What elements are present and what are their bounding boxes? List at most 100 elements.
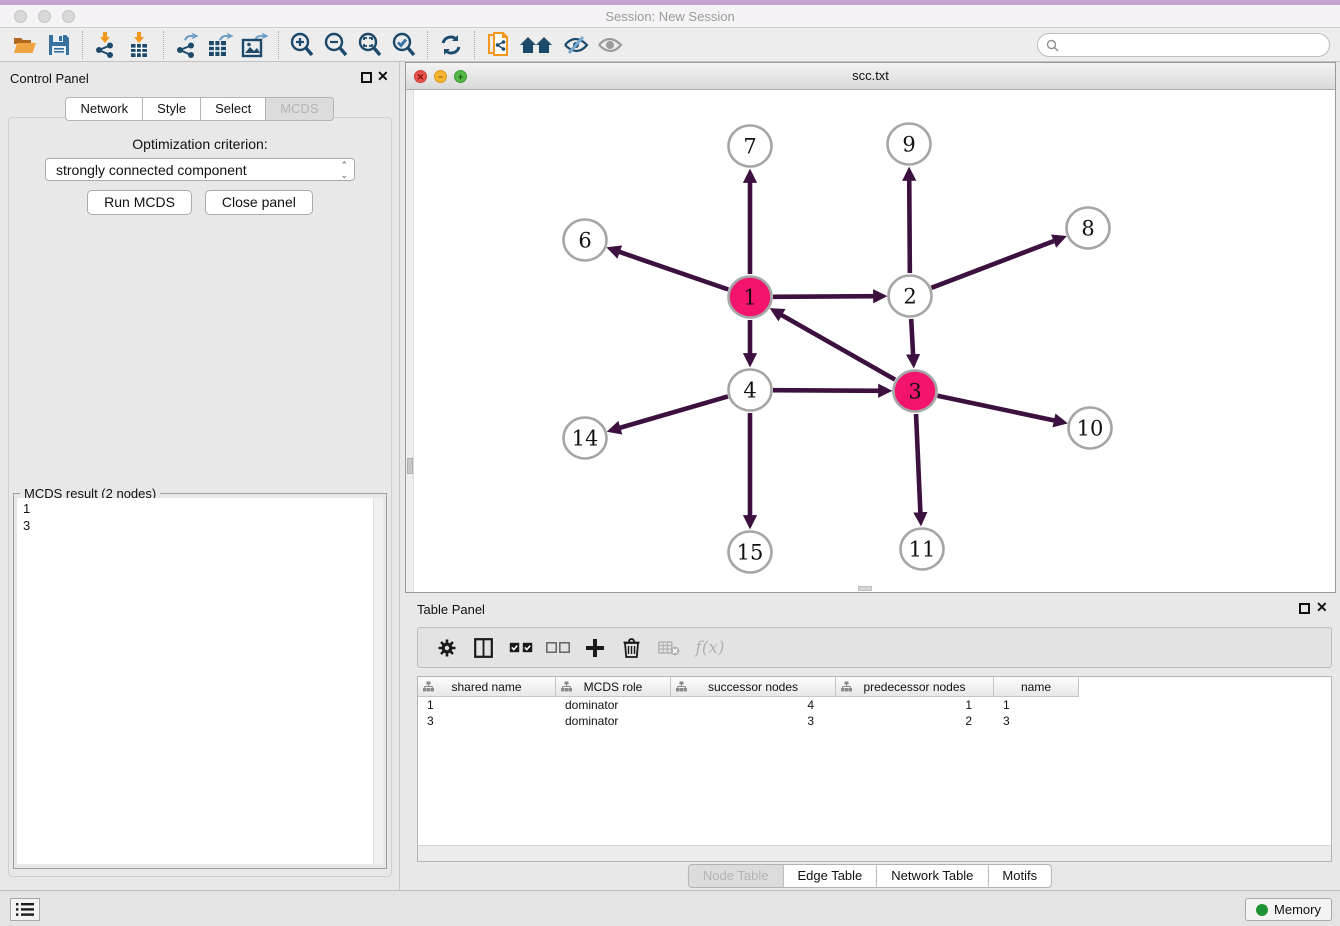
cell-successor-nodes[interactable]: 4 [671, 697, 836, 713]
node-label-11: 11 [909, 538, 936, 562]
close-panel-icon[interactable]: ✕ [377, 69, 389, 83]
import-table-icon[interactable] [123, 30, 157, 60]
table-row[interactable]: 1dominator411 [418, 697, 1331, 713]
close-panel-button[interactable]: Close panel [205, 190, 313, 215]
float-table-panel-icon[interactable] [1299, 603, 1310, 614]
cell-shared-name[interactable]: 3 [418, 713, 556, 729]
node-14[interactable]: 14 [564, 418, 607, 459]
edge-3-11[interactable] [916, 414, 920, 515]
edge-2-8[interactable] [931, 240, 1056, 288]
split-panel-icon[interactable] [465, 632, 502, 664]
cell-predecessor-nodes[interactable]: 2 [836, 713, 994, 729]
edge-3-1[interactable] [780, 314, 895, 380]
node-10[interactable]: 10 [1069, 408, 1112, 449]
add-column-icon[interactable] [576, 632, 613, 664]
mcds-result-text[interactable]: 1 3 [17, 498, 383, 864]
deselect-all-columns-icon[interactable] [539, 632, 576, 664]
edge-1-2[interactable] [773, 296, 876, 297]
search-input[interactable] [1063, 35, 1329, 55]
open-file-icon[interactable] [8, 30, 42, 60]
float-panel-icon[interactable] [361, 72, 372, 83]
cell-shared-name[interactable]: 1 [418, 697, 556, 713]
save-session-icon[interactable] [42, 30, 76, 60]
cell-name[interactable]: 3 [994, 713, 1079, 729]
cell-successor-nodes[interactable]: 3 [671, 713, 836, 729]
cell-name[interactable]: 1 [994, 697, 1079, 713]
edge-2-3[interactable] [911, 319, 913, 357]
table-tabs: Node TableEdge TableNetwork TableMotifs [688, 864, 1052, 888]
tab-network-table[interactable]: Network Table [877, 864, 988, 888]
zoom-fit-icon[interactable] [353, 30, 387, 60]
optimization-criterion-select[interactable]: strongly connected component ⌃⌄ [45, 158, 355, 181]
search-field[interactable] [1037, 33, 1330, 57]
network-resize-grip[interactable] [858, 586, 872, 591]
node-15[interactable]: 15 [729, 532, 772, 573]
scrollbar-thumb[interactable] [407, 458, 413, 474]
delete-column-icon[interactable] [613, 632, 650, 664]
unchecked-boxes-glyph [546, 642, 570, 653]
refresh-layout-icon[interactable] [434, 30, 468, 60]
cell-MCDS-role[interactable]: dominator [556, 697, 671, 713]
tab-mcds[interactable]: MCDS [266, 97, 333, 121]
delete-table-icon[interactable] [650, 632, 687, 664]
hide-graphics-icon[interactable] [559, 30, 593, 60]
tab-select[interactable]: Select [201, 97, 266, 121]
duplicate-network-glyph [486, 31, 510, 59]
tab-style[interactable]: Style [143, 97, 201, 121]
network-graph[interactable]: 7 9 6 8 1 2 4 3 14 10 15 11 [406, 90, 1335, 592]
node-3[interactable]: 3 [894, 371, 937, 412]
node-9[interactable]: 9 [888, 124, 931, 165]
task-history-button[interactable] [10, 898, 40, 921]
control-panel: Control Panel ✕ NetworkStyleSelectMCDS O… [0, 62, 400, 890]
close-table-panel-icon[interactable]: ✕ [1316, 600, 1328, 614]
eye-slash-glyph [563, 34, 589, 56]
import-network-icon[interactable] [89, 30, 123, 60]
zoom-in-icon[interactable] [285, 30, 319, 60]
cell-MCDS-role[interactable]: dominator [556, 713, 671, 729]
cell-predecessor-nodes[interactable]: 1 [836, 697, 994, 713]
duplicate-network-icon[interactable] [481, 30, 515, 60]
network-vertical-scrollbar[interactable] [406, 90, 414, 592]
tab-edge-table[interactable]: Edge Table [783, 864, 877, 888]
export-image-icon[interactable] [238, 30, 272, 60]
column-header-MCDS-role[interactable]: MCDS role [556, 677, 671, 697]
hierarchy-icon [423, 681, 434, 692]
checked-boxes-glyph [509, 642, 533, 653]
zoom-out-icon[interactable] [319, 30, 353, 60]
tab-network[interactable]: Network [65, 97, 143, 121]
node-2[interactable]: 2 [889, 276, 932, 317]
table-horizontal-scrollbar[interactable] [418, 845, 1331, 861]
node-7[interactable]: 7 [729, 126, 772, 167]
column-header-successor-nodes[interactable]: successor nodes [671, 677, 836, 697]
edge-4-3[interactable] [773, 390, 881, 391]
edge-4-14[interactable] [618, 396, 728, 428]
table-row[interactable]: 3dominator323 [418, 713, 1331, 729]
memory-button[interactable]: Memory [1245, 898, 1332, 921]
node-11[interactable]: 11 [901, 529, 944, 570]
result-scrollbar[interactable] [373, 498, 383, 864]
edge-2-9[interactable] [909, 178, 910, 273]
select-all-columns-icon[interactable] [502, 632, 539, 664]
show-graphics-icon[interactable] [593, 30, 627, 60]
column-header-predecessor-nodes[interactable]: predecessor nodes [836, 677, 994, 697]
export-network-icon[interactable] [170, 30, 204, 60]
edge-1-6[interactable] [617, 251, 728, 289]
tab-motifs[interactable]: Motifs [988, 864, 1052, 888]
zoom-selected-icon[interactable] [387, 30, 421, 60]
export-table-icon[interactable] [204, 30, 238, 60]
node-4[interactable]: 4 [729, 370, 772, 411]
node-6[interactable]: 6 [564, 220, 607, 261]
tab-node-table[interactable]: Node Table [688, 864, 784, 888]
settings-gear-icon[interactable] [428, 632, 465, 664]
run-mcds-button[interactable]: Run MCDS [87, 190, 192, 215]
home-icon[interactable] [515, 30, 559, 60]
search-icon [1046, 39, 1059, 52]
column-header-shared-name[interactable]: shared name [418, 677, 556, 697]
node-1[interactable]: 1 [729, 277, 772, 318]
column-header-label: successor nodes [708, 680, 798, 694]
node-8[interactable]: 8 [1067, 208, 1110, 249]
column-header-name[interactable]: name [994, 677, 1079, 697]
edge-3-10[interactable] [938, 396, 1057, 421]
function-builder-icon[interactable]: f(x) [687, 632, 733, 664]
network-window-titlebar[interactable]: ✕ − + scc.txt [406, 63, 1335, 90]
